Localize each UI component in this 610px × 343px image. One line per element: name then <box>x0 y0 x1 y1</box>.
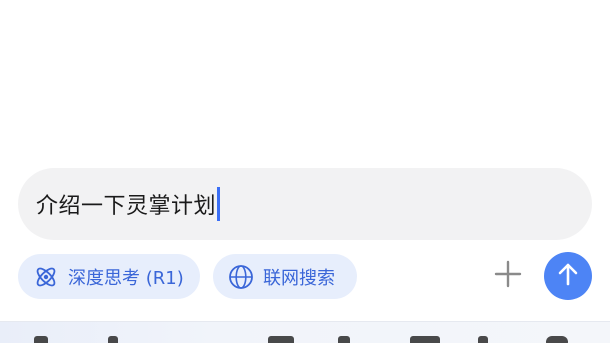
partial-glyph <box>546 336 568 343</box>
chat-composer-screen: 介绍一下灵掌计划 深度思考 (R1) 联网搜索 <box>0 0 610 343</box>
globe-icon <box>227 263 255 291</box>
text-caret <box>217 187 220 221</box>
partial-glyph <box>108 336 118 343</box>
attach-button[interactable] <box>489 257 527 295</box>
plus-icon <box>493 259 523 293</box>
cut-off-content-strip <box>0 321 610 343</box>
atom-icon <box>32 263 60 291</box>
web-search-toggle[interactable]: 联网搜索 <box>213 254 357 299</box>
web-search-label: 联网搜索 <box>263 267 335 289</box>
partial-glyph <box>478 336 488 343</box>
arrow-up-icon <box>555 261 581 291</box>
message-input-text[interactable]: 介绍一下灵掌计划 <box>36 188 216 220</box>
message-input[interactable]: 介绍一下灵掌计划 <box>18 168 592 240</box>
send-button[interactable] <box>544 252 592 300</box>
partial-glyph <box>268 336 294 343</box>
partial-glyph <box>34 336 48 343</box>
partial-glyph <box>338 336 350 343</box>
partial-glyph <box>410 336 440 343</box>
deep-think-toggle[interactable]: 深度思考 (R1) <box>18 254 200 299</box>
deep-think-label: 深度思考 (R1) <box>68 267 184 289</box>
